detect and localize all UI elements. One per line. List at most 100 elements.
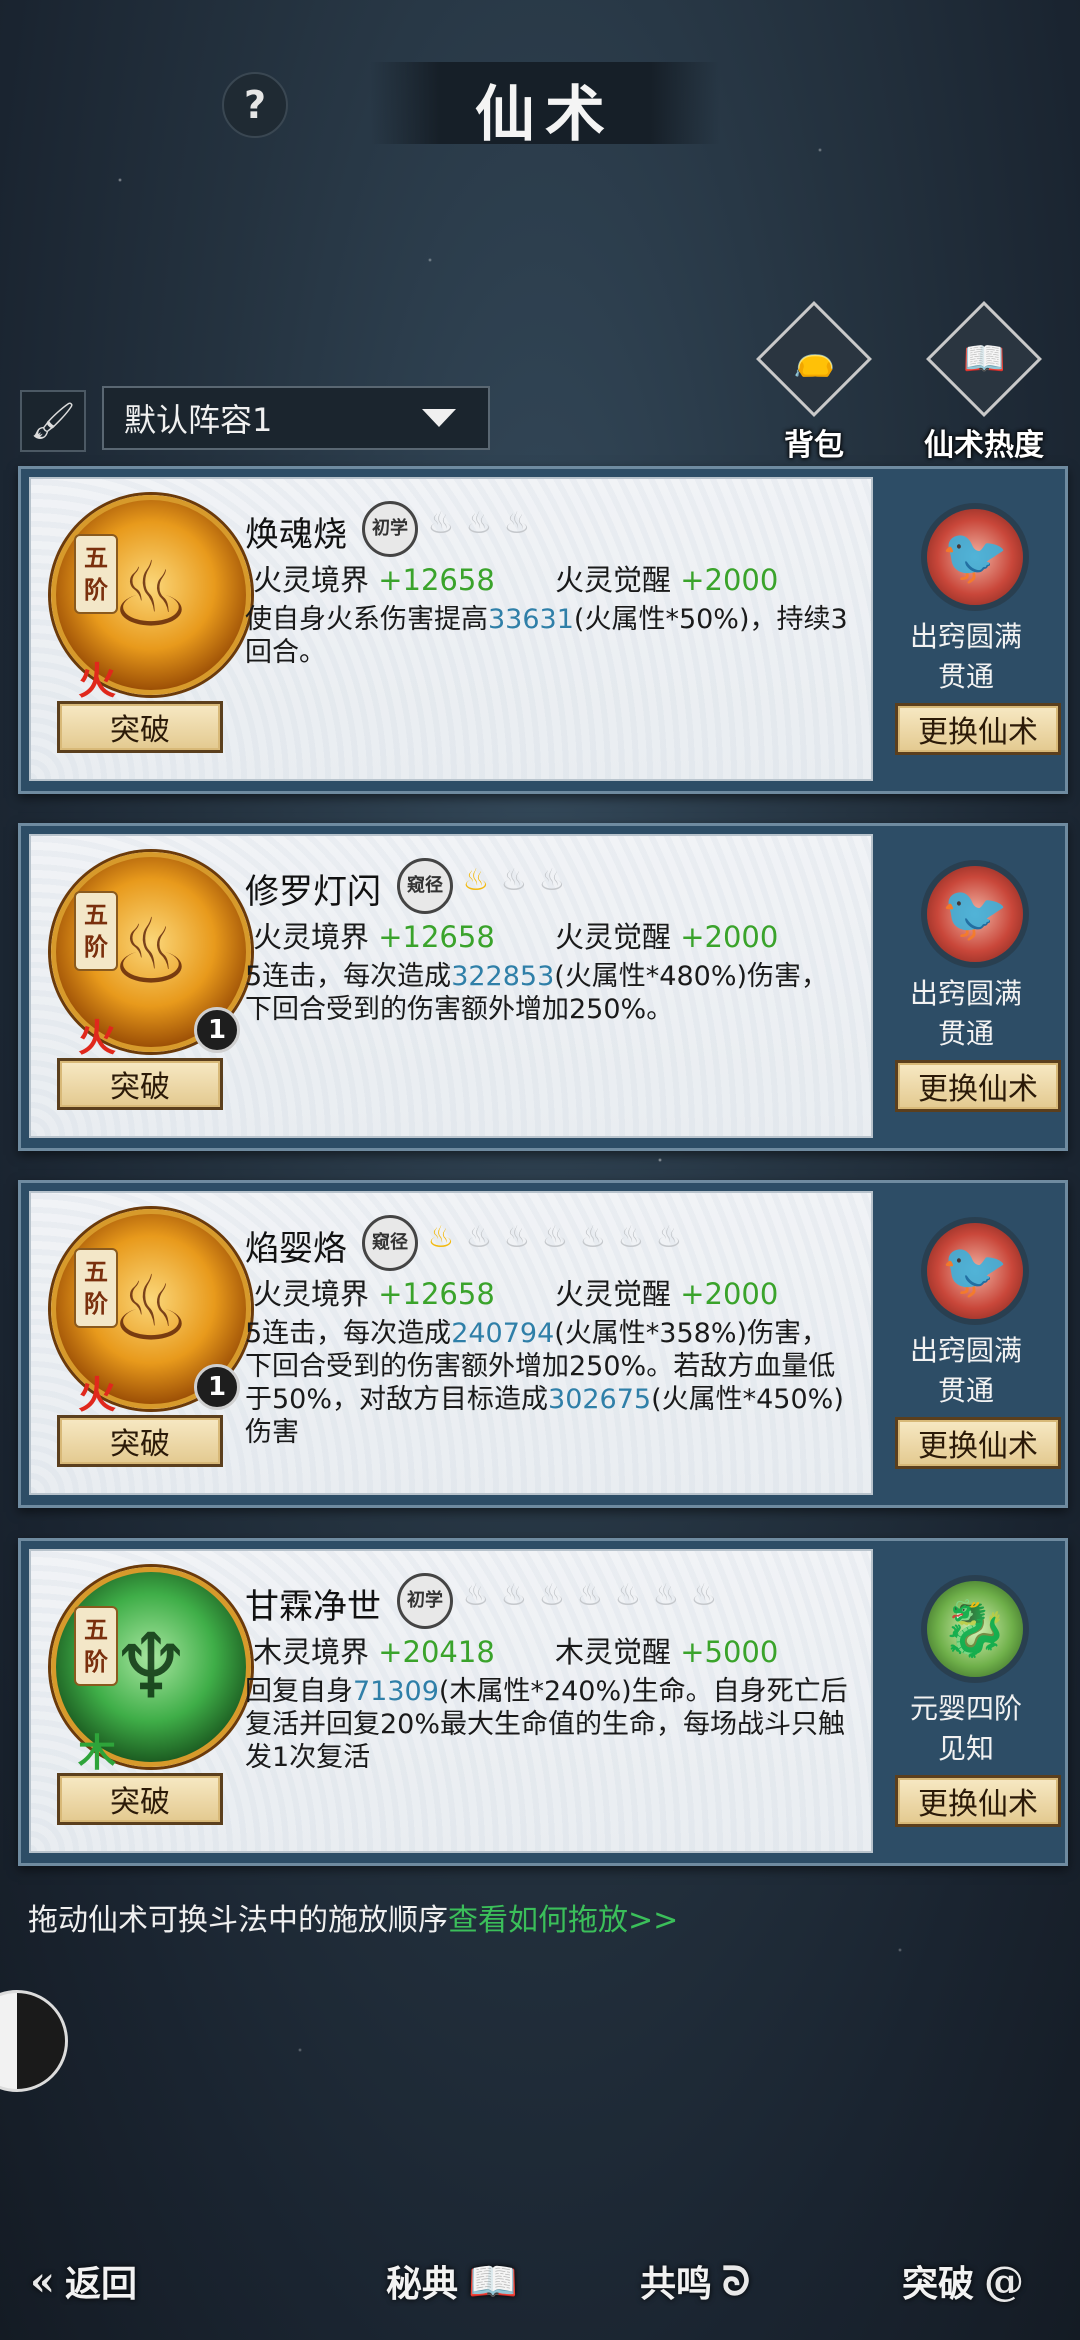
skill-description: 回复自身71309(木属性*240%)生命。自身死亡后复活并回复20%最大生命值…	[245, 1675, 855, 1774]
nav-resonance[interactable]: 共鸣 ᘐ	[640, 2246, 750, 2316]
tier-badge: 五阶	[74, 1248, 118, 1328]
breakthrough-button[interactable]: 突破	[57, 1415, 223, 1467]
how-to-drag-link[interactable]: 查看如何拖放>>	[448, 1903, 678, 1938]
rank-seal: 初学	[397, 1573, 453, 1629]
flame-rating: ♨ ♨ ♨ ♨ ♨ ♨ ♨	[424, 1219, 686, 1255]
skill-card[interactable]: ♨ 五阶火 1 焰婴烙 窥径 ♨ ♨ ♨ ♨ ♨ ♨ ♨ 火灵境界 +12658 火灵觉醒 +2000 5连…	[18, 1180, 1068, 1508]
skill-icon[interactable]: ♨ 五阶火 1	[51, 1209, 251, 1417]
tier-badge: 五阶	[74, 534, 118, 614]
phoenix-emblem-icon[interactable]: 🐦	[927, 866, 1023, 962]
flame-rating: ♨ ♨ ♨	[424, 505, 534, 541]
pet-requirement-line: 贯通	[937, 1017, 994, 1050]
flame-icon: ♨	[538, 863, 566, 898]
skill-card[interactable]: ♆ 五阶木甘霖净世 初学 ♨ ♨ ♨ ♨ ♨ ♨ ♨ 木灵境界 +20418 木灵觉醒 +5000 回复…	[18, 1538, 1068, 1866]
rank-seal: 窥径	[397, 858, 453, 914]
swap-skill-button[interactable]: 更换仙术	[895, 703, 1061, 755]
phoenix-emblem-icon[interactable]: 🐦	[927, 509, 1023, 605]
flame-icon: ♨	[690, 1578, 718, 1613]
brush-icon: 🖌	[30, 401, 76, 442]
skill-heat-button[interactable]: 📖 仙术热度	[914, 301, 1054, 463]
stat-awaken-value: +2000	[680, 1277, 779, 1311]
skill-card[interactable]: ♨ 五阶火 1 修罗灯闪 窥径 ♨ ♨ ♨ 火灵境界 +12658 火灵觉醒 +2000 5连击，每…	[18, 823, 1068, 1151]
swap-skill-button[interactable]: 更换仙术	[895, 1775, 1061, 1827]
book-flame-icon: 📖	[962, 339, 1006, 379]
nav-breakthrough[interactable]: 突破 @	[902, 2246, 1024, 2316]
dragon-emblem-icon[interactable]: 🐉	[927, 1581, 1023, 1677]
nav-resonance-label: 共鸣	[640, 2263, 713, 2305]
desc-text: 5连击，每次造成	[245, 961, 452, 992]
back-arrow-icon: «	[30, 2257, 55, 2305]
skill-art-icon: ♨	[110, 1256, 192, 1362]
skill-card[interactable]: ♨ 五阶火焕魂烧 初学 ♨ ♨ ♨ 火灵境界 +12658 火灵觉醒 +2000 使自身火系伤害…	[18, 466, 1068, 794]
nav-back-label: 返回	[65, 2263, 138, 2305]
stat-realm-value: +20418	[378, 1635, 495, 1669]
nav-back[interactable]: « 返回	[30, 2246, 137, 2316]
desc-text: 5连击，每次造成	[245, 1318, 452, 1349]
element-mark: 火	[78, 1015, 117, 1060]
pet-requirement: 出窍圆满 贯通	[877, 617, 1055, 697]
pet-requirement-line: 出窍圆满	[909, 620, 1022, 653]
help-icon: ?	[243, 83, 267, 127]
tier-char: 五	[84, 1257, 108, 1286]
flame-icon: ♨	[503, 1220, 531, 1255]
skill-description: 5连击，每次造成322853(火属性*480%)伤害，下回合受到的伤害额外增加2…	[245, 960, 855, 1026]
stat-awaken-label: 火灵觉醒	[555, 920, 672, 954]
swap-skill-button[interactable]: 更换仙术	[895, 1417, 1061, 1469]
stat-awaken-label: 火灵觉醒	[555, 563, 672, 597]
desc-number: 71309	[353, 1676, 439, 1707]
skill-description: 使自身火系伤害提高33631(火属性*50%)，持续3回合。	[245, 603, 855, 669]
flame-icon: ♨	[541, 1220, 569, 1255]
flame-icon: ♨	[465, 1220, 493, 1255]
desc-number: 322853	[451, 961, 555, 992]
drag-hint: 拖动仙术可换斗法中的施放顺序查看如何拖放>>	[28, 1895, 678, 1939]
skill-art-icon: ♆	[110, 1614, 192, 1720]
stat-awaken: 火灵觉醒 +2000	[555, 557, 778, 599]
skill-description: 5连击，每次造成240794(火属性*358%)伤害，下回合受到的伤害额外增加2…	[245, 1317, 855, 1449]
nav-secret-book-label: 秘典	[386, 2263, 459, 2305]
desc-number: 302675	[548, 1384, 652, 1415]
brush-button[interactable]: 🖌	[20, 390, 86, 452]
rank-seal: 窥径	[362, 1215, 418, 1271]
skill-icon[interactable]: ♨ 五阶火	[51, 495, 251, 703]
breakthrough-button[interactable]: 突破	[57, 1058, 223, 1110]
stat-awaken-label: 木灵觉醒	[555, 1635, 672, 1669]
stat-realm-value: +12658	[378, 920, 495, 954]
tier-char: 阶	[84, 575, 108, 604]
skill-name: 甘霖净世	[245, 1587, 381, 1627]
yin-yang-icon[interactable]	[0, 1990, 68, 2092]
stat-realm-value: +12658	[378, 563, 495, 597]
pet-requirement-line: 出窍圆满	[909, 1334, 1022, 1367]
lineup-selected: 默认阵容1	[124, 401, 273, 439]
tier-char: 阶	[84, 932, 108, 961]
nav-secret-book[interactable]: 秘典 📖	[386, 2246, 518, 2316]
phoenix-emblem-icon[interactable]: 🐦	[927, 1223, 1023, 1319]
skill-icon[interactable]: ♆ 五阶木	[51, 1567, 251, 1775]
flame-icon: ♨	[655, 1220, 683, 1255]
swap-skill-button[interactable]: 更换仙术	[895, 1060, 1061, 1112]
breakthrough-button[interactable]: 突破	[57, 1773, 223, 1825]
stat-realm: 火灵境界 +12658	[253, 914, 495, 956]
skill-heat-label: 仙术热度	[924, 428, 1044, 463]
lineup-dropdown[interactable]: 默认阵容1	[102, 386, 490, 450]
desc-text: 回复自身	[245, 1676, 353, 1707]
stat-realm-value: +12658	[378, 1277, 495, 1311]
skill-icon[interactable]: ♨ 五阶火 1	[51, 852, 251, 1060]
breakthrough-button[interactable]: 突破	[57, 701, 223, 753]
stat-realm: 火灵境界 +12658	[253, 1271, 495, 1313]
flame-icon: ♨	[427, 1220, 455, 1255]
skill-name: 焰婴烙	[245, 1229, 347, 1269]
skill-panel: ♨ 五阶火 1 焰婴烙 窥径 ♨ ♨ ♨ ♨ ♨ ♨ ♨ 火灵境界 +12658 火灵觉醒 +2000 5连…	[29, 1191, 873, 1495]
skill-art-icon: ♨	[110, 542, 192, 648]
drag-hint-text: 拖动仙术可换斗法中的施放顺序	[28, 1903, 448, 1938]
stat-awaken: 木灵觉醒 +5000	[555, 1629, 778, 1671]
stat-awaken: 火灵觉醒 +2000	[555, 1271, 778, 1313]
flame-icon: ♨	[617, 1220, 645, 1255]
swirl-icon: ᘐ	[722, 2257, 751, 2305]
flame-icon: ♨	[462, 863, 490, 898]
pet-requirement: 出窍圆满 贯通	[877, 1331, 1055, 1411]
pet-requirement: 出窍圆满 贯通	[877, 974, 1055, 1054]
open-book-icon: 📖	[468, 2257, 518, 2305]
help-button[interactable]: ?	[222, 72, 288, 138]
tier-badge: 五阶	[74, 1606, 118, 1686]
bag-button[interactable]: 👝 背包	[744, 301, 884, 463]
